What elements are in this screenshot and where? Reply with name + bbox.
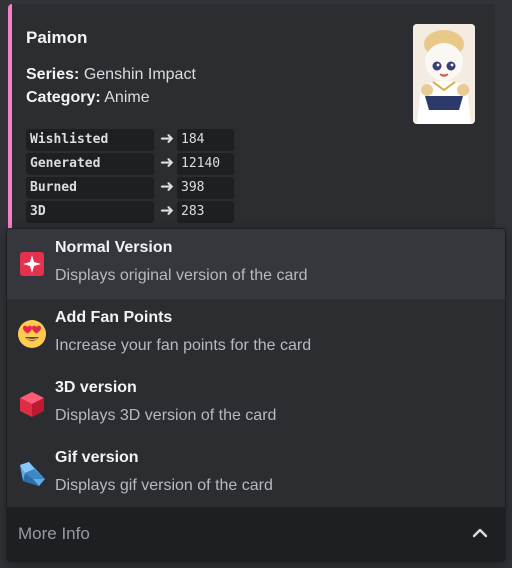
heart-eyes-icon <box>17 319 47 349</box>
category-field: Category: Anime <box>26 89 150 107</box>
option-label: Add Fan Points <box>55 309 173 326</box>
card-embed: Paimon Series: Genshin Impact Category: … <box>8 4 495 244</box>
option-gif-version[interactable]: Gif version Displays gif version of the … <box>7 439 505 509</box>
right-arrow-icon: ➜ <box>159 201 175 220</box>
select-menu-trigger[interactable]: More Info <box>7 507 505 561</box>
series-field: Series: Genshin Impact <box>26 66 196 84</box>
stat-value: 184 <box>177 129 234 151</box>
chevron-up-icon[interactable] <box>471 524 489 542</box>
embed-title: Paimon <box>26 28 88 47</box>
series-label: Series: <box>26 66 80 83</box>
crystal-icon <box>17 459 47 489</box>
option-normal-version[interactable]: Normal Version Displays original version… <box>7 229 505 299</box>
category-value: Anime <box>104 89 150 106</box>
embed-accent-bar <box>8 4 12 244</box>
stat-label: Burned <box>26 177 154 199</box>
option-label: Normal Version <box>55 239 173 256</box>
stat-value: 12140 <box>177 153 234 175</box>
option-label: 3D version <box>55 379 137 396</box>
right-arrow-icon: ➜ <box>159 177 175 196</box>
option-description: Increase your fan points for the card <box>55 337 312 354</box>
character-card-image[interactable] <box>413 24 475 124</box>
cube-icon <box>17 389 47 419</box>
right-arrow-icon: ➜ <box>159 153 175 172</box>
stat-label: 3D <box>26 201 154 223</box>
stat-value: 398 <box>177 177 234 199</box>
series-value: Genshin Impact <box>83 66 196 83</box>
select-placeholder: More Info <box>18 524 90 543</box>
right-arrow-icon: ➜ <box>159 129 175 148</box>
option-label: Gif version <box>55 449 139 466</box>
select-menu: Normal Version Displays original version… <box>6 228 506 562</box>
option-description: Displays gif version of the card <box>55 477 273 494</box>
stat-value: 283 <box>177 201 234 223</box>
option-description: Displays original version of the card <box>55 267 308 284</box>
option-3d-version[interactable]: 3D version Displays 3D version of the ca… <box>7 369 505 439</box>
option-description: Displays 3D version of the card <box>55 407 277 424</box>
stat-label: Wishlisted <box>26 129 154 151</box>
option-add-fan-points[interactable]: Add Fan Points Increase your fan points … <box>7 299 505 369</box>
category-label: Category: <box>26 89 101 106</box>
stat-label: Generated <box>26 153 154 175</box>
sparkle-icon <box>17 249 47 279</box>
